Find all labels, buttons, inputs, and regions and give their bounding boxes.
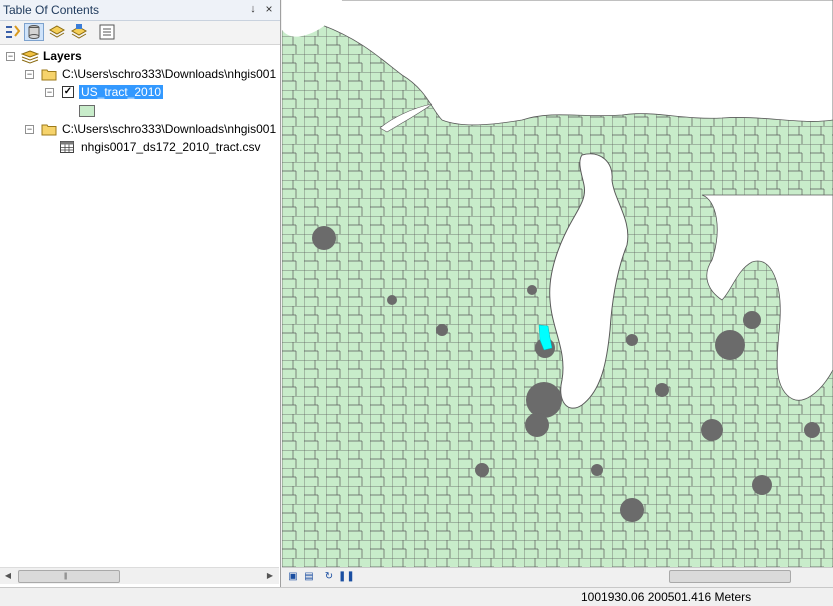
folder-icon (41, 123, 57, 136)
collapse-icon[interactable]: − (25, 125, 34, 134)
close-icon[interactable]: × (262, 2, 276, 16)
list-by-drawing-order-icon[interactable] (3, 23, 23, 41)
list-by-selection-icon[interactable] (69, 23, 89, 41)
map-horizontal-scrollbar[interactable] (637, 570, 831, 583)
options-icon[interactable] (97, 23, 117, 41)
list-by-visibility-icon[interactable] (47, 23, 67, 41)
layer-label[interactable]: US_tract_2010 (79, 85, 164, 99)
toc-title: Table Of Contents (3, 3, 100, 17)
table-of-contents-panel: Table Of Contents ↓ × − Layers − C:\User… (0, 0, 281, 587)
status-bar: 1001930.06 200501.416 Meters (0, 587, 833, 606)
data-view-icon[interactable]: ▣ (286, 570, 300, 583)
workspace-label[interactable]: C:\Users\schro333\Downloads\nhgis001 (62, 67, 276, 81)
list-by-source-icon[interactable] (24, 23, 44, 41)
layer-visibility-checkbox[interactable]: ✓ (62, 86, 74, 98)
scroll-thumb[interactable]: ||| (18, 570, 120, 583)
cursor-coordinates: 1001930.06 200501.416 Meters (581, 590, 752, 604)
refresh-icon[interactable]: ↻ (322, 570, 336, 583)
layout-view-icon[interactable]: ▤ (302, 570, 316, 583)
toc-horizontal-scrollbar[interactable]: ◀ ||| ▶ (0, 567, 279, 584)
scroll-right-icon[interactable]: ▶ (264, 570, 276, 582)
map-view[interactable] (282, 0, 833, 567)
grip-icon: ||| (64, 573, 68, 580)
toc-title-bar: Table Of Contents ↓ × (0, 0, 280, 21)
workspace-label[interactable]: C:\Users\schro333\Downloads\nhgis001 (62, 122, 276, 136)
layers-icon (20, 50, 40, 64)
tract-map[interactable] (282, 0, 833, 567)
data-frame-label[interactable]: Layers (43, 49, 82, 63)
table-icon (60, 141, 76, 153)
layer-tree: − Layers − C:\Users\schro333\Downloads\n… (0, 45, 279, 567)
pause-drawing-icon[interactable]: ❚❚ (338, 570, 355, 583)
auto-hide-pin-icon[interactable]: ↓ (246, 2, 260, 16)
layer-symbol-swatch[interactable] (79, 105, 95, 117)
toc-toolbar (0, 21, 280, 45)
table-label[interactable]: nhgis0017_ds172_2010_tract.csv (81, 140, 260, 154)
scroll-left-icon[interactable]: ◀ (2, 570, 14, 582)
folder-icon (41, 68, 57, 81)
scroll-thumb[interactable] (669, 570, 791, 583)
collapse-icon[interactable]: − (6, 52, 15, 61)
collapse-icon[interactable]: − (25, 70, 34, 79)
collapse-icon[interactable]: − (45, 88, 54, 97)
map-footer-bar: ▣ ▤ ↻ ❚❚ (282, 567, 833, 586)
